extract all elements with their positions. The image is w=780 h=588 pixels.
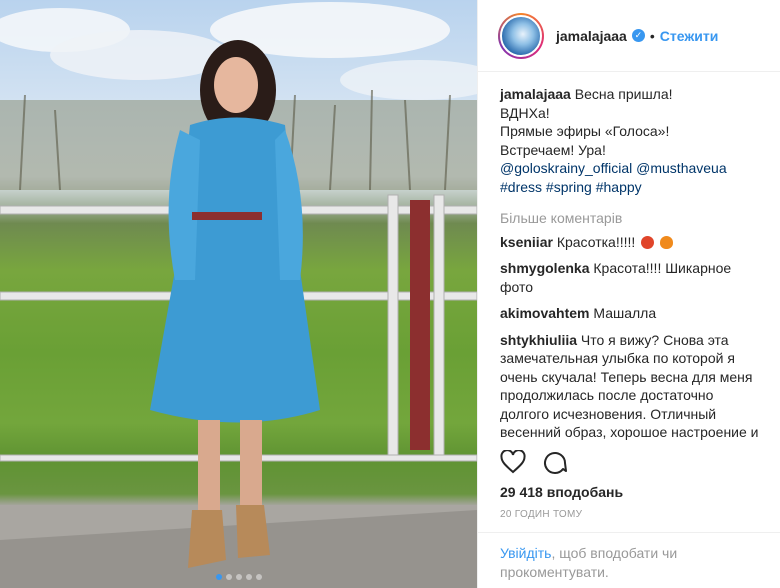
comment-text: Машалла	[593, 305, 657, 321]
caption: jamalajaaa Весна пришла! ВДНХа! Прямые э…	[500, 85, 761, 196]
mention-link[interactable]: @musthaveua	[636, 160, 726, 176]
carousel-dot[interactable]	[215, 574, 222, 580]
header-separator: •	[649, 27, 655, 44]
carousel-dot[interactable]	[255, 574, 262, 580]
photo-scene	[0, 2, 477, 588]
verified-badge-icon: ✓	[631, 29, 645, 42]
comment-username[interactable]: akimovahtem	[500, 305, 589, 321]
likes-count[interactable]: 29 418 вподобань	[500, 484, 623, 500]
collision-emoji-icon	[641, 235, 655, 249]
follow-button[interactable]: Стежити	[660, 28, 719, 44]
comment-username[interactable]: shmygolenka	[500, 260, 589, 276]
comment-item: akimovahtem Машалла	[500, 304, 761, 323]
comment-text: Красотка!!!!!	[556, 233, 636, 250]
caption-line: Весна пришла!	[574, 86, 673, 102]
fire-emoji-icon	[660, 235, 674, 249]
post-header: jamalajaaa ✓ • Стежити	[478, 0, 780, 72]
carousel-dot[interactable]	[225, 574, 232, 580]
comment-item: shtykhiuliia Что я вижу? Снова эта замеч…	[500, 331, 761, 441]
mention-link[interactable]: @goloskrainy_official	[500, 160, 632, 176]
hashtag-link[interactable]: #dress	[500, 179, 542, 195]
heart-icon	[500, 450, 526, 474]
post-photo[interactable]	[0, 0, 477, 588]
comment-item: kseniiar Красотка!!!!!	[500, 233, 761, 252]
post-sidebar: jamalajaaa ✓ • Стежити jamalajaaa Весна …	[477, 0, 780, 588]
comments-list: jamalajaaa Весна пришла! ВДНХа! Прямые э…	[478, 85, 780, 440]
comment-username[interactable]: shtykhiuliia	[500, 332, 577, 348]
carousel-dot[interactable]	[245, 574, 252, 580]
caption-line: ВДНХа!	[500, 104, 550, 121]
carousel-dot[interactable]	[235, 574, 242, 580]
hashtag-link[interactable]: #spring	[546, 179, 592, 195]
caption-line: Встречаем! Ура!	[500, 141, 606, 158]
comment-bubble-icon	[544, 452, 567, 474]
hashtag-link[interactable]: #happy	[596, 179, 642, 195]
login-link[interactable]: Увійдіть	[500, 545, 551, 561]
comment-item: shmygolenka Красота!!!! Шикарное фото	[500, 259, 761, 296]
caption-line: Прямые эфиры «Голоса»!	[500, 123, 670, 139]
avatar[interactable]	[498, 12, 544, 59]
like-button[interactable]	[500, 450, 526, 474]
carousel-indicator	[0, 574, 477, 580]
post-actions	[500, 450, 568, 474]
author-username[interactable]: jamalajaaa	[556, 28, 627, 44]
caption-username[interactable]: jamalajaaa	[500, 86, 571, 102]
post-timestamp[interactable]: 20 годин тому	[500, 509, 582, 520]
comment-username[interactable]: kseniiar	[500, 234, 553, 250]
comment-button[interactable]	[542, 450, 568, 474]
login-prompt: Увійдіть, щоб вподобати чи прокоментуват…	[478, 532, 780, 582]
load-more-comments-button[interactable]: Більше коментарів	[500, 209, 761, 228]
